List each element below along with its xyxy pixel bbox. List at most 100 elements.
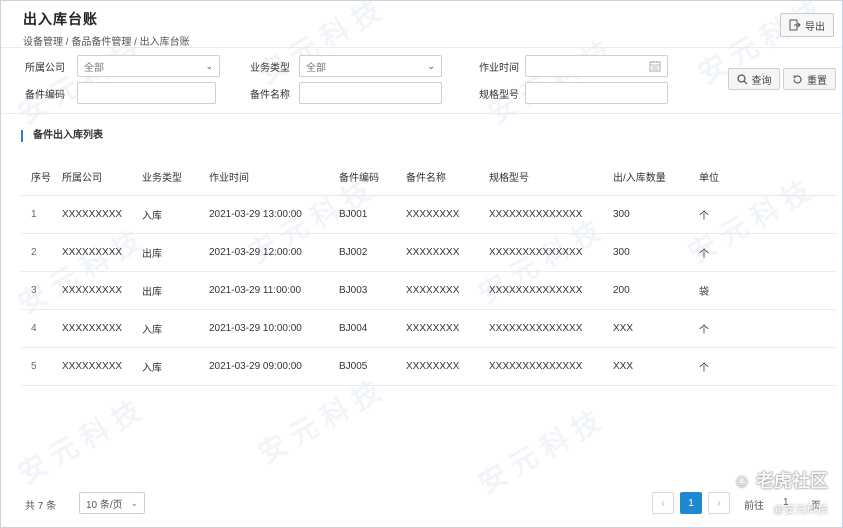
watermark-brand-text: 老虎社区 xyxy=(756,471,828,491)
chevron-down-icon: ⌄ xyxy=(427,60,435,71)
chevron-left-icon: ‹ xyxy=(661,497,665,509)
cell-code: BJ001 xyxy=(329,195,396,234)
filter-biztype: 业务类型 全部 ⌄ xyxy=(250,55,442,77)
total-count: 共 7 条 xyxy=(25,501,57,512)
cell-biztype: 入库 xyxy=(132,309,199,348)
biztype-select-value: 全部 xyxy=(306,62,326,74)
time-picker[interactable] xyxy=(525,55,668,77)
cell-company: XXXXXXXXX xyxy=(52,309,132,348)
prev-page-button[interactable]: ‹ xyxy=(652,492,674,514)
cell-spec: XXXXXXXXXXXXXX xyxy=(479,309,603,348)
next-page-button[interactable]: › xyxy=(708,492,730,514)
page-size-select[interactable]: 10 条/页 ⌄ xyxy=(79,492,145,514)
table-row[interactable]: 2 XXXXXXXXX 出库 2021-03-29 12:00:00 BJ002… xyxy=(21,233,836,272)
cell-time: 2021-03-29 12:00:00 xyxy=(199,233,329,272)
column-header: 序号 xyxy=(21,159,52,196)
cell-unit: 个 xyxy=(689,195,836,234)
cell-index: 4 xyxy=(21,309,52,348)
app-frame: 安 元 科 技 安 元 科 技 安 元 科 技 安 元 科 技 安 元 科 技 … xyxy=(0,0,843,528)
reset-button[interactable]: 重置 xyxy=(783,68,836,90)
cell-code: BJ004 xyxy=(329,309,396,348)
column-header: 备件名称 xyxy=(396,159,479,196)
table-row[interactable]: 3 XXXXXXXXX 出库 2021-03-29 11:00:00 BJ003… xyxy=(21,271,836,310)
divider xyxy=(1,47,842,48)
cell-quantity: XXX xyxy=(603,347,689,386)
code-input[interactable] xyxy=(77,82,216,104)
cell-biztype: 入库 xyxy=(132,347,199,386)
search-icon xyxy=(736,73,747,84)
export-button[interactable]: 导出 xyxy=(780,13,834,37)
cell-code: BJ005 xyxy=(329,347,396,386)
table-row[interactable]: 5 XXXXXXXXX 入库 2021-03-29 09:00:00 BJ005… xyxy=(21,347,836,386)
cell-unit: 袋 xyxy=(689,271,836,310)
cell-time: 2021-03-29 13:00:00 xyxy=(199,195,329,234)
reset-icon xyxy=(793,74,802,83)
cell-name: XXXXXXXX xyxy=(396,233,479,272)
query-button[interactable]: 查询 xyxy=(728,68,780,90)
spec-label: 规格型号 xyxy=(479,89,519,101)
cell-time: 2021-03-29 10:00:00 xyxy=(199,309,329,348)
spec-input[interactable] xyxy=(525,82,668,104)
chevron-down-icon: ⌄ xyxy=(130,497,138,508)
cell-time: 2021-03-29 11:00:00 xyxy=(199,271,329,310)
cell-quantity: 200 xyxy=(603,271,689,310)
page-title: 出入库台账 xyxy=(23,11,98,27)
column-header: 业务类型 xyxy=(132,159,199,196)
watermark-sub: @安元科技 xyxy=(772,504,828,516)
cell-index: 2 xyxy=(21,233,52,272)
cell-spec: XXXXXXXXXXXXXX xyxy=(479,347,603,386)
chevron-right-icon: › xyxy=(717,497,721,509)
ledger-table: 序号 所属公司 业务类型 作业时间 备件编码 备件名称 规格型号 出/入库数量 … xyxy=(21,159,836,386)
company-select[interactable]: 全部 ⌄ xyxy=(77,55,220,77)
biztype-select[interactable]: 全部 ⌄ xyxy=(299,55,442,77)
column-header: 作业时间 xyxy=(199,159,329,196)
table-header-row: 序号 所属公司 业务类型 作业时间 备件编码 备件名称 规格型号 出/入库数量 … xyxy=(21,159,836,196)
name-label: 备件名称 xyxy=(250,89,290,101)
watermark-brand: ☺ 老虎社区 xyxy=(733,467,828,493)
cell-company: XXXXXXXXX xyxy=(52,271,132,310)
column-header: 规格型号 xyxy=(479,159,603,196)
biztype-label: 业务类型 xyxy=(250,62,290,74)
column-header: 备件编码 xyxy=(329,159,396,196)
filter-name: 备件名称 xyxy=(250,82,442,104)
cell-quantity: 300 xyxy=(603,233,689,272)
cell-time: 2021-03-29 09:00:00 xyxy=(199,347,329,386)
page-number-button[interactable]: 1 xyxy=(680,492,702,514)
cell-code: BJ002 xyxy=(329,233,396,272)
cell-quantity: XXX xyxy=(603,309,689,348)
filter-time: 作业时间 xyxy=(479,55,668,77)
breadcrumb: 设备管理 / 备品备件管理 / 出入库台账 xyxy=(23,37,190,48)
column-header: 单位 xyxy=(689,159,836,196)
watermark-tile: 安 元 科 技 xyxy=(473,405,606,500)
cell-index: 3 xyxy=(21,271,52,310)
cell-quantity: 300 xyxy=(603,195,689,234)
page-size-value: 10 条/页 xyxy=(86,499,123,511)
calendar-icon xyxy=(649,61,661,72)
company-select-value: 全部 xyxy=(84,62,104,74)
cell-company: XXXXXXXXX xyxy=(52,195,132,234)
cell-biztype: 出库 xyxy=(132,233,199,272)
cell-name: XXXXXXXX xyxy=(396,309,479,348)
cell-biztype: 出库 xyxy=(132,271,199,310)
brand-logo-icon: ☺ xyxy=(732,471,751,491)
column-header: 所属公司 xyxy=(52,159,132,196)
table-row[interactable]: 1 XXXXXXXXX 入库 2021-03-29 13:00:00 BJ001… xyxy=(21,195,836,234)
code-label: 备件编码 xyxy=(25,89,65,101)
cell-spec: XXXXXXXXXXXXXX xyxy=(479,195,603,234)
cell-biztype: 入库 xyxy=(132,195,199,234)
cell-unit: 个 xyxy=(689,233,836,272)
filter-company: 所属公司 全部 ⌄ xyxy=(25,55,220,77)
name-input[interactable] xyxy=(299,82,442,104)
query-label: 查询 xyxy=(751,75,772,87)
company-label: 所属公司 xyxy=(25,62,65,74)
cell-company: XXXXXXXXX xyxy=(52,233,132,272)
table-row[interactable]: 4 XXXXXXXXX 入库 2021-03-29 10:00:00 BJ004… xyxy=(21,309,836,348)
chevron-down-icon: ⌄ xyxy=(205,60,213,71)
watermark-tile: 安 元 科 技 xyxy=(483,35,616,130)
cell-index: 1 xyxy=(21,195,52,234)
cell-unit: 个 xyxy=(689,309,836,348)
cell-name: XXXXXXXX xyxy=(396,347,479,386)
cell-company: XXXXXXXXX xyxy=(52,347,132,386)
filter-spec: 规格型号 xyxy=(479,82,668,104)
watermark-tile: 安 元 科 技 xyxy=(13,395,146,490)
